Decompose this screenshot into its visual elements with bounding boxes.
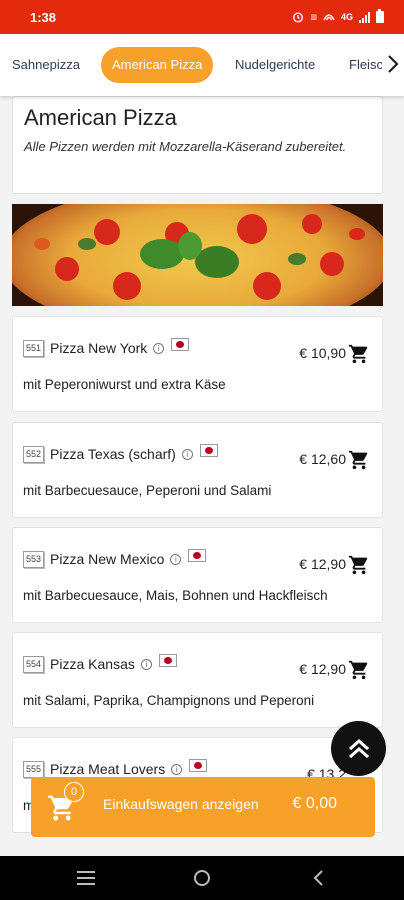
cart-total: € 0,00 xyxy=(292,795,337,812)
item-description: mit Peperoniwurst und extra Käse xyxy=(23,377,226,392)
signal-icon xyxy=(359,11,370,23)
item-name: Pizza Meat Lovers xyxy=(50,761,166,777)
status-icons: ▥ 4G xyxy=(292,9,384,23)
info-icon[interactable]: i xyxy=(170,553,182,565)
item-number: 554 xyxy=(23,655,45,673)
add-to-cart-icon[interactable] xyxy=(348,449,370,471)
battery-icon xyxy=(376,9,384,23)
category-header-card: American Pizza Alle Pizzen werden mit Mo… xyxy=(12,96,383,194)
menu-icon[interactable] xyxy=(76,870,96,886)
flag-icon xyxy=(188,548,207,562)
flag-icon xyxy=(171,337,190,351)
category-description: Alle Pizzen werden mit Mozzarella-Käsera… xyxy=(24,139,347,154)
hotspot-icon xyxy=(323,14,335,21)
category-banner-image xyxy=(12,204,383,306)
add-to-cart-icon[interactable] xyxy=(348,659,370,681)
info-icon[interactable]: i xyxy=(181,448,193,460)
scroll-to-top-button[interactable] xyxy=(331,721,386,776)
item-price: € 12,90 xyxy=(299,661,346,677)
item-description: mit Barbecuesauce, Peperoni und Salami xyxy=(23,483,272,498)
status-bar: 1:38 ▥ 4G xyxy=(0,0,404,34)
item-number: 555 xyxy=(23,760,45,778)
home-icon[interactable] xyxy=(193,869,211,887)
flag-icon xyxy=(189,758,208,772)
item-number: 551 xyxy=(23,339,45,357)
tab-nudelgerichte[interactable]: Nudelgerichte xyxy=(235,47,315,83)
menu-item[interactable]: 551 Pizza New York i € 10,90 mit Peperon… xyxy=(12,316,383,412)
item-number: 553 xyxy=(23,550,45,568)
item-name: Pizza Kansas xyxy=(50,656,135,672)
cart-count-badge: 0 xyxy=(64,782,84,802)
item-name: Pizza Texas (scharf) xyxy=(50,446,176,462)
info-icon[interactable]: i xyxy=(171,763,183,775)
view-cart-button[interactable]: 0 Einkaufswagen anzeigen € 0,00 xyxy=(31,777,375,837)
item-description: mit Barbecuesauce, Mais, Bohnen und Hack… xyxy=(23,588,328,603)
alarm-icon xyxy=(293,12,304,23)
item-price: € 12,90 xyxy=(299,556,346,572)
back-icon[interactable] xyxy=(312,869,324,887)
item-number: 552 xyxy=(23,445,45,463)
category-tabs: Sahnepizza American Pizza Nudelgerichte … xyxy=(0,34,404,96)
tab-american-pizza[interactable]: American Pizza xyxy=(101,47,214,83)
flag-icon xyxy=(158,653,177,667)
item-name: Pizza New York xyxy=(50,340,148,356)
info-icon[interactable]: i xyxy=(153,342,165,354)
volte-icon: ▥ xyxy=(310,13,317,21)
chevron-right-icon xyxy=(388,55,399,73)
menu-item[interactable]: 552 Pizza Texas (scharf) i € 12,60 mit B… xyxy=(12,422,383,518)
item-name: Pizza New Mexico xyxy=(50,551,165,567)
menu-item[interactable]: 554 Pizza Kansas i € 12,90 mit Salami, P… xyxy=(12,632,383,728)
category-title: American Pizza xyxy=(24,105,177,130)
tabs-scroll-right-button[interactable] xyxy=(382,44,404,84)
status-time: 1:38 xyxy=(30,9,57,25)
add-to-cart-icon[interactable] xyxy=(348,554,370,576)
cart-label: Einkaufswagen anzeigen xyxy=(103,796,259,812)
item-description: mit Salami, Paprika, Champignons und Pep… xyxy=(23,693,315,708)
tab-sahnepizza[interactable]: Sahnepizza xyxy=(12,47,80,83)
item-price: € 10,90 xyxy=(299,345,346,361)
item-price: € 12,60 xyxy=(299,451,346,467)
flag-icon xyxy=(199,443,218,457)
double-chevron-up-icon xyxy=(348,738,369,758)
android-nav-bar xyxy=(0,856,404,900)
info-icon[interactable]: i xyxy=(140,658,152,670)
menu-item[interactable]: 553 Pizza New Mexico i € 12,90 mit Barbe… xyxy=(12,527,383,623)
add-to-cart-icon[interactable] xyxy=(348,343,370,365)
tab-fleisch[interactable]: Fleisc xyxy=(349,47,383,83)
network-type: 4G xyxy=(340,12,353,22)
